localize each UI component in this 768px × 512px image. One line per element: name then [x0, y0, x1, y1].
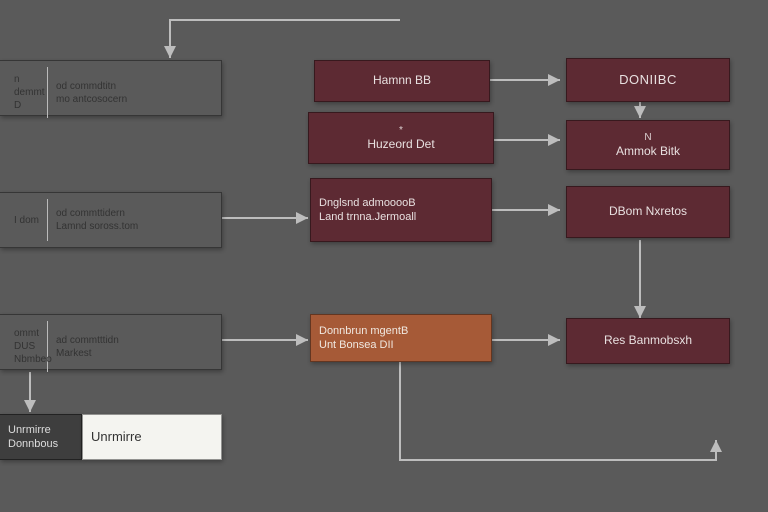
left-box-1-left: n demmt D: [8, 67, 48, 118]
left-box-2: I dom od commttidern Lamnd soross.tom: [0, 192, 222, 248]
box-sub: *: [399, 124, 403, 137]
mid-box-3: Dnglsnd admooooB Land trnna.Jermoall: [310, 178, 492, 242]
cell-text: Unrmirre: [8, 423, 73, 437]
left-box-4-right: Unrmirre: [82, 414, 222, 460]
box-line: Donnbrun mgentB: [319, 324, 483, 338]
right-box-3: DBom Nxretos: [566, 186, 730, 238]
left-box-4-small: Unrmirre Donnbous: [0, 414, 82, 460]
cell-text: Markest: [56, 347, 205, 360]
left-box-1-right: od commdtitn mo antcosocern: [48, 67, 213, 118]
cell-text: mo antcosocern: [56, 93, 205, 106]
box-title: Huzeord Det: [367, 137, 434, 153]
right-box-4: Res Banmobsxh: [566, 318, 730, 364]
right-box-2: N Ammok Bitk: [566, 120, 730, 170]
left-box-1: n demmt D od commdtitn mo antcosocern: [0, 60, 222, 116]
cell-text: Lamnd soross.tom: [56, 220, 205, 233]
box-line: Dnglsnd admooooB: [319, 196, 483, 210]
left-box-3-right: ad commtttidn Markest: [48, 321, 213, 372]
box-title: Res Banmobsxh: [604, 333, 692, 349]
cell-text: n demmt: [14, 73, 41, 99]
cell-text: ommt DUS: [14, 327, 41, 353]
mid-box-4: Donnbrun mgentB Unt Bonsea DII: [310, 314, 492, 362]
left-box-2-left: I dom: [8, 199, 48, 241]
cell-text: Donnbous: [8, 437, 73, 451]
cell-text: Nbmbeo: [14, 353, 41, 366]
right-box-1: DONIIBC: [566, 58, 730, 102]
left-box-2-right: od commttidern Lamnd soross.tom: [48, 199, 213, 241]
left-box-3: ommt DUS Nbmbeo ad commtttidn Markest: [0, 314, 222, 370]
cell-text: ad commtttidn: [56, 334, 205, 347]
box-sub: N: [644, 131, 651, 144]
box-title: DONIIBC: [619, 72, 677, 89]
box-line: Land trnna.Jermoall: [319, 210, 483, 224]
left-box-3-left: ommt DUS Nbmbeo: [8, 321, 48, 372]
box-title: Ammok Bitk: [616, 144, 680, 160]
cell-text: I dom: [14, 214, 41, 227]
box-title: Hamnn BB: [373, 73, 431, 89]
mid-box-1: Hamnn BB: [314, 60, 490, 102]
box-line: Unt Bonsea DII: [319, 338, 483, 352]
box-title: DBom Nxretos: [609, 204, 687, 220]
cell-text: od commdtitn: [56, 80, 205, 93]
mid-box-2: * Huzeord Det: [308, 112, 494, 164]
cell-text: D: [14, 99, 41, 112]
cell-text: od commttidern: [56, 207, 205, 220]
cell-text: Unrmirre: [91, 429, 213, 446]
